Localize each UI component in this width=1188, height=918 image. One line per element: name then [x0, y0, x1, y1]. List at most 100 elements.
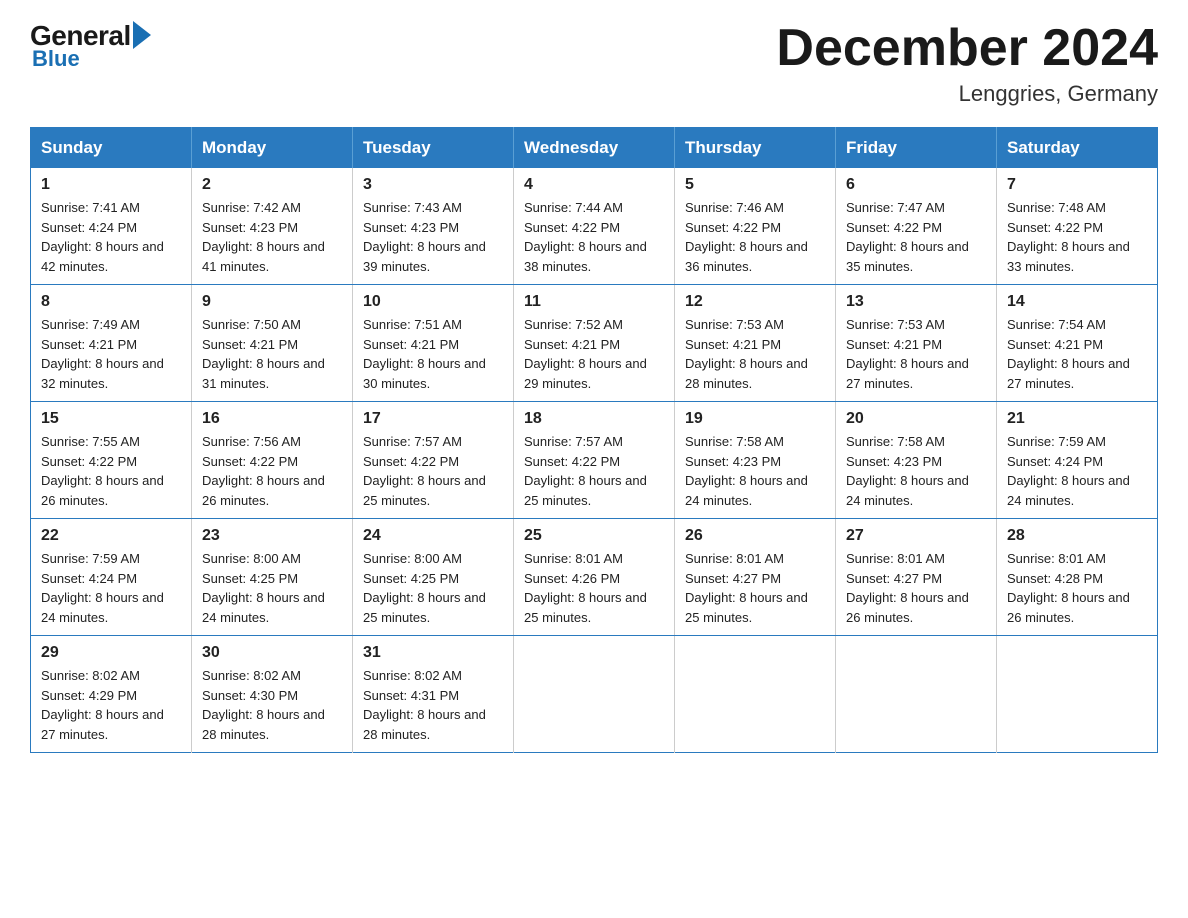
day-info: Sunrise: 7:50 AM Sunset: 4:21 PM Dayligh…: [202, 315, 342, 393]
day-info: Sunrise: 7:59 AM Sunset: 4:24 PM Dayligh…: [41, 549, 181, 627]
header-row: SundayMondayTuesdayWednesdayThursdayFrid…: [31, 128, 1158, 169]
day-info: Sunrise: 7:58 AM Sunset: 4:23 PM Dayligh…: [846, 432, 986, 510]
day-info: Sunrise: 7:59 AM Sunset: 4:24 PM Dayligh…: [1007, 432, 1147, 510]
calendar-body: 1 Sunrise: 7:41 AM Sunset: 4:24 PM Dayli…: [31, 168, 1158, 753]
title-section: December 2024 Lenggries, Germany: [776, 20, 1158, 107]
day-of-week-header: Thursday: [675, 128, 836, 169]
location-text: Lenggries, Germany: [776, 81, 1158, 107]
calendar-cell: 31 Sunrise: 8:02 AM Sunset: 4:31 PM Dayl…: [353, 636, 514, 753]
calendar-cell: 30 Sunrise: 8:02 AM Sunset: 4:30 PM Dayl…: [192, 636, 353, 753]
sunrise-label: Sunrise: 8:01 AM: [846, 551, 945, 566]
sunrise-label: Sunrise: 8:01 AM: [685, 551, 784, 566]
sunset-label: Sunset: 4:23 PM: [685, 454, 781, 469]
calendar-cell: 8 Sunrise: 7:49 AM Sunset: 4:21 PM Dayli…: [31, 285, 192, 402]
day-number: 30: [202, 644, 342, 662]
day-number: 24: [363, 527, 503, 545]
sunrise-label: Sunrise: 7:59 AM: [41, 551, 140, 566]
logo-arrow-icon: [133, 21, 151, 49]
sunset-label: Sunset: 4:22 PM: [524, 220, 620, 235]
sunrise-label: Sunrise: 7:52 AM: [524, 317, 623, 332]
day-info: Sunrise: 7:49 AM Sunset: 4:21 PM Dayligh…: [41, 315, 181, 393]
day-of-week-header: Wednesday: [514, 128, 675, 169]
calendar-cell: 7 Sunrise: 7:48 AM Sunset: 4:22 PM Dayli…: [997, 168, 1158, 285]
daylight-label: Daylight: 8 hours and 35 minutes.: [846, 239, 969, 274]
calendar-cell: 24 Sunrise: 8:00 AM Sunset: 4:25 PM Dayl…: [353, 519, 514, 636]
calendar-cell: 9 Sunrise: 7:50 AM Sunset: 4:21 PM Dayli…: [192, 285, 353, 402]
sunrise-label: Sunrise: 7:49 AM: [41, 317, 140, 332]
daylight-label: Daylight: 8 hours and 26 minutes.: [846, 590, 969, 625]
day-info: Sunrise: 8:00 AM Sunset: 4:25 PM Dayligh…: [202, 549, 342, 627]
day-number: 3: [363, 176, 503, 194]
page-header: General Blue December 2024 Lenggries, Ge…: [30, 20, 1158, 107]
sunrise-label: Sunrise: 8:02 AM: [202, 668, 301, 683]
sunrise-label: Sunrise: 7:48 AM: [1007, 200, 1106, 215]
sunset-label: Sunset: 4:24 PM: [41, 220, 137, 235]
sunrise-label: Sunrise: 7:44 AM: [524, 200, 623, 215]
calendar-cell: 13 Sunrise: 7:53 AM Sunset: 4:21 PM Dayl…: [836, 285, 997, 402]
day-number: 29: [41, 644, 181, 662]
calendar-week-row: 1 Sunrise: 7:41 AM Sunset: 4:24 PM Dayli…: [31, 168, 1158, 285]
sunset-label: Sunset: 4:29 PM: [41, 688, 137, 703]
day-info: Sunrise: 8:01 AM Sunset: 4:26 PM Dayligh…: [524, 549, 664, 627]
sunrise-label: Sunrise: 8:01 AM: [1007, 551, 1106, 566]
calendar-cell: 28 Sunrise: 8:01 AM Sunset: 4:28 PM Dayl…: [997, 519, 1158, 636]
daylight-label: Daylight: 8 hours and 25 minutes.: [363, 473, 486, 508]
daylight-label: Daylight: 8 hours and 38 minutes.: [524, 239, 647, 274]
day-number: 4: [524, 176, 664, 194]
calendar-week-row: 22 Sunrise: 7:59 AM Sunset: 4:24 PM Dayl…: [31, 519, 1158, 636]
sunrise-label: Sunrise: 7:56 AM: [202, 434, 301, 449]
sunrise-label: Sunrise: 7:54 AM: [1007, 317, 1106, 332]
month-title: December 2024: [776, 20, 1158, 77]
day-info: Sunrise: 7:42 AM Sunset: 4:23 PM Dayligh…: [202, 198, 342, 276]
sunset-label: Sunset: 4:21 PM: [524, 337, 620, 352]
day-number: 25: [524, 527, 664, 545]
calendar-cell: 19 Sunrise: 7:58 AM Sunset: 4:23 PM Dayl…: [675, 402, 836, 519]
daylight-label: Daylight: 8 hours and 27 minutes.: [846, 356, 969, 391]
day-info: Sunrise: 8:02 AM Sunset: 4:30 PM Dayligh…: [202, 666, 342, 744]
calendar-cell: [514, 636, 675, 753]
sunset-label: Sunset: 4:22 PM: [685, 220, 781, 235]
daylight-label: Daylight: 8 hours and 30 minutes.: [363, 356, 486, 391]
sunset-label: Sunset: 4:23 PM: [846, 454, 942, 469]
calendar-cell: 12 Sunrise: 7:53 AM Sunset: 4:21 PM Dayl…: [675, 285, 836, 402]
calendar-cell: [675, 636, 836, 753]
daylight-label: Daylight: 8 hours and 24 minutes.: [846, 473, 969, 508]
calendar-cell: 23 Sunrise: 8:00 AM Sunset: 4:25 PM Dayl…: [192, 519, 353, 636]
day-number: 12: [685, 293, 825, 311]
day-info: Sunrise: 8:00 AM Sunset: 4:25 PM Dayligh…: [363, 549, 503, 627]
day-number: 17: [363, 410, 503, 428]
day-number: 31: [363, 644, 503, 662]
day-info: Sunrise: 8:01 AM Sunset: 4:28 PM Dayligh…: [1007, 549, 1147, 627]
sunrise-label: Sunrise: 8:02 AM: [363, 668, 462, 683]
daylight-label: Daylight: 8 hours and 24 minutes.: [685, 473, 808, 508]
calendar-cell: 1 Sunrise: 7:41 AM Sunset: 4:24 PM Dayli…: [31, 168, 192, 285]
day-number: 11: [524, 293, 664, 311]
sunset-label: Sunset: 4:22 PM: [524, 454, 620, 469]
day-number: 27: [846, 527, 986, 545]
daylight-label: Daylight: 8 hours and 27 minutes.: [1007, 356, 1130, 391]
sunrise-label: Sunrise: 7:42 AM: [202, 200, 301, 215]
daylight-label: Daylight: 8 hours and 25 minutes.: [363, 590, 486, 625]
sunset-label: Sunset: 4:22 PM: [41, 454, 137, 469]
calendar-cell: 29 Sunrise: 8:02 AM Sunset: 4:29 PM Dayl…: [31, 636, 192, 753]
sunset-label: Sunset: 4:25 PM: [202, 571, 298, 586]
calendar-cell: 17 Sunrise: 7:57 AM Sunset: 4:22 PM Dayl…: [353, 402, 514, 519]
calendar-cell: 18 Sunrise: 7:57 AM Sunset: 4:22 PM Dayl…: [514, 402, 675, 519]
daylight-label: Daylight: 8 hours and 29 minutes.: [524, 356, 647, 391]
day-info: Sunrise: 7:57 AM Sunset: 4:22 PM Dayligh…: [363, 432, 503, 510]
daylight-label: Daylight: 8 hours and 24 minutes.: [1007, 473, 1130, 508]
day-number: 8: [41, 293, 181, 311]
day-number: 18: [524, 410, 664, 428]
sunrise-label: Sunrise: 7:58 AM: [685, 434, 784, 449]
calendar-week-row: 8 Sunrise: 7:49 AM Sunset: 4:21 PM Dayli…: [31, 285, 1158, 402]
sunrise-label: Sunrise: 7:41 AM: [41, 200, 140, 215]
day-info: Sunrise: 7:52 AM Sunset: 4:21 PM Dayligh…: [524, 315, 664, 393]
day-number: 19: [685, 410, 825, 428]
day-info: Sunrise: 7:44 AM Sunset: 4:22 PM Dayligh…: [524, 198, 664, 276]
sunset-label: Sunset: 4:28 PM: [1007, 571, 1103, 586]
sunset-label: Sunset: 4:22 PM: [1007, 220, 1103, 235]
logo: General Blue: [30, 20, 151, 72]
sunset-label: Sunset: 4:31 PM: [363, 688, 459, 703]
day-info: Sunrise: 8:02 AM Sunset: 4:31 PM Dayligh…: [363, 666, 503, 744]
daylight-label: Daylight: 8 hours and 32 minutes.: [41, 356, 164, 391]
